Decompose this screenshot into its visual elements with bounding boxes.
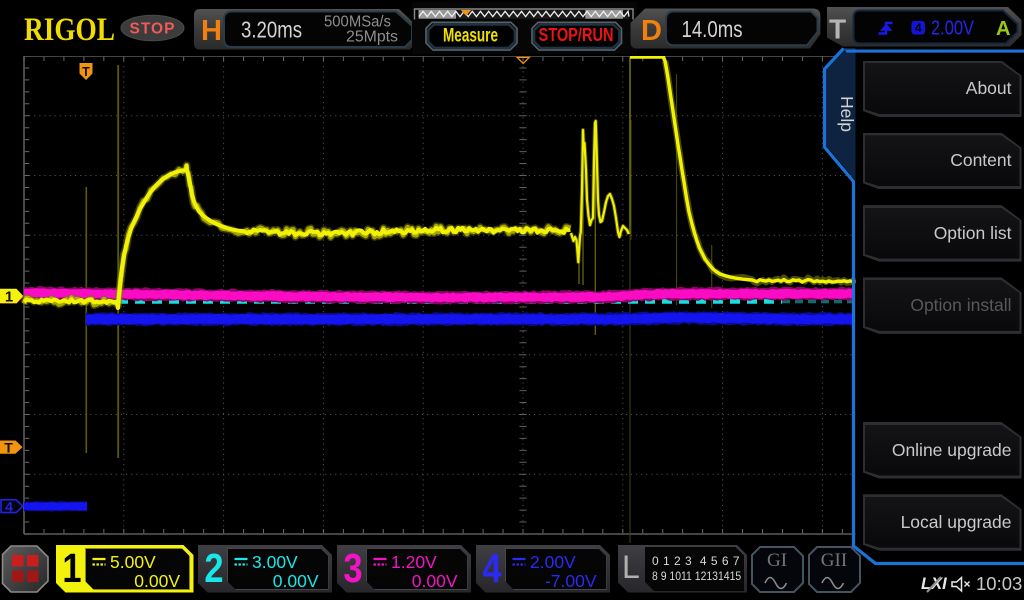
svg-text:1: 1 [5, 289, 13, 306]
svg-text:T: T [4, 440, 13, 456]
svg-text:2.00V: 2.00V [931, 18, 975, 40]
svg-text:STOP/RUN: STOP/RUN [539, 25, 614, 45]
svg-text:GII: GII [821, 550, 847, 571]
svg-text:D: D [641, 15, 662, 47]
svg-text:4: 4 [5, 498, 13, 514]
svg-text:Measure: Measure [443, 26, 498, 47]
svg-text:4: 4 [915, 21, 922, 35]
svg-text:A: A [996, 18, 1010, 40]
svg-text:RIGOL: RIGOL [24, 12, 115, 48]
svg-text:STOP: STOP [130, 20, 176, 37]
svg-text:T: T [829, 14, 846, 45]
svg-text:14.0ms: 14.0ms [682, 16, 743, 42]
svg-text:GI: GI [767, 550, 787, 571]
svg-text:T: T [82, 65, 90, 79]
svg-text:25Mpts: 25Mpts [346, 29, 398, 46]
svg-text:H: H [201, 15, 222, 47]
svg-text:3.20ms: 3.20ms [241, 17, 302, 43]
